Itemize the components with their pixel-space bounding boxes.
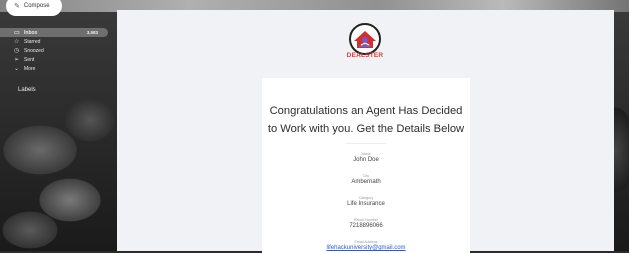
chevron-down-icon: ⌄ [14, 66, 20, 72]
field-label: City [362, 174, 370, 178]
inbox-icon: ▭ [14, 30, 20, 36]
field-value: Life Insurance [347, 201, 385, 207]
sidebar-item-snoozed[interactable]: ◷ Snoozed [14, 46, 94, 55]
field-label: Category [358, 196, 374, 200]
sidebar-item-label: More [24, 65, 36, 72]
email-body-panel: DEALSTER Congratulations an Agent Has De… [117, 10, 614, 253]
sidebar-item-label: Inbox [24, 29, 38, 36]
sidebar-item-label: Snoozed [24, 47, 44, 54]
labels-header: Labels [18, 87, 36, 93]
field-label: Name [361, 152, 371, 156]
sidebar-item-inbox[interactable]: ▭ Inbox 3,583 [0, 28, 108, 37]
sidebar-item-label: Starred [24, 38, 41, 45]
email-link[interactable]: lifehackuniversity@gmail.com [262, 245, 470, 251]
clock-icon: ◷ [14, 48, 20, 54]
field-label: Phone Number [353, 218, 379, 222]
email-card: Congratulations an Agent Has Decided to … [262, 78, 470, 253]
send-icon: ➢ [14, 57, 20, 63]
field-value: Ambernath [351, 179, 381, 185]
field-city: City Ambernath [262, 174, 470, 185]
sidebar-item-label: Sent [24, 56, 35, 63]
brand-name: DEALSTER [346, 52, 384, 59]
sidebar-item-more[interactable]: ⌄ More [14, 64, 94, 73]
pencil-icon: ✎ [14, 3, 20, 10]
compose-button[interactable]: ✎ Compose [6, 0, 62, 16]
field-email: Email Address lifehackuniversity@gmail.c… [262, 240, 470, 251]
field-label: Email Address [354, 240, 378, 244]
unread-count: 3,583 [86, 30, 98, 35]
field-value: 7218896066 [349, 223, 383, 229]
headline-line-2: to Work with you. Get the Details Below [267, 123, 465, 135]
star-icon: ☆ [14, 39, 20, 45]
headline-line-1: Congratulations an Agent Has Decided [269, 105, 463, 117]
field-name: Name John Doe [262, 152, 470, 163]
nav-list: ▭ Inbox 3,583 ☆ Starred ◷ Snoozed ➢ Sent… [0, 28, 108, 73]
headline: Congratulations an Agent Has Decided to … [262, 102, 470, 138]
sidebar-item-starred[interactable]: ☆ Starred [14, 37, 94, 46]
field-category: Category Life Insurance [262, 196, 470, 207]
sidebar: ✎ Compose ▭ Inbox 3,583 ☆ Starred ◷ Snoo… [0, 0, 110, 251]
field-phone: Phone Number 7218896066 [262, 218, 470, 229]
divider [346, 143, 386, 144]
sidebar-item-sent[interactable]: ➢ Sent [14, 55, 94, 64]
field-value: John Doe [353, 157, 379, 163]
compose-label: Compose [23, 3, 50, 9]
